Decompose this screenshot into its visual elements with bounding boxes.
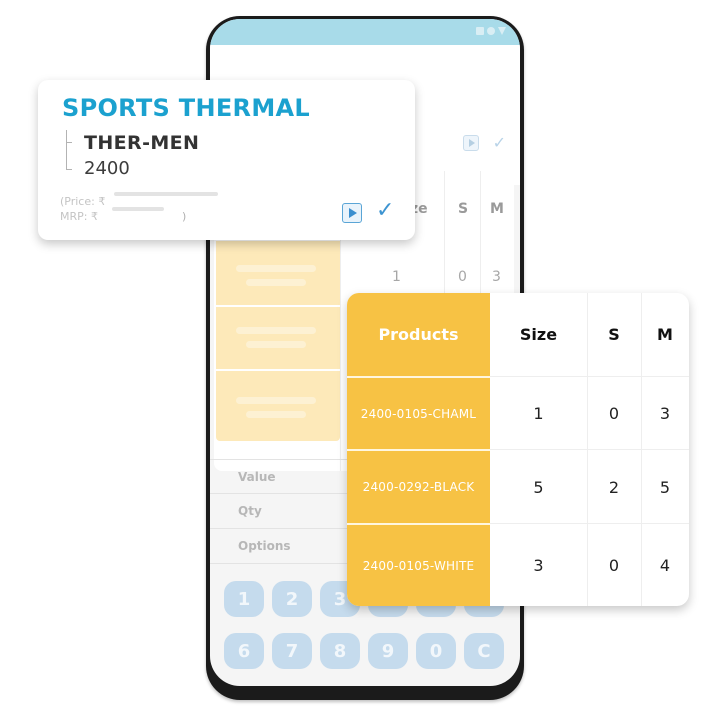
placeholder-row[interactable]: [216, 241, 340, 305]
key-2[interactable]: 2: [272, 581, 312, 617]
price-label: (Price: ₹: [60, 195, 106, 208]
table-cell-s[interactable]: 0: [587, 378, 641, 449]
key-6[interactable]: 6: [224, 633, 264, 669]
table-cell-m[interactable]: 5: [641, 451, 689, 523]
mrp-label: MRP: ₹: [60, 210, 98, 223]
table-cell-size[interactable]: 5: [490, 451, 587, 523]
header-size: Size: [519, 325, 558, 344]
table-cell-product[interactable]: 2400-0105-CHAML: [347, 378, 490, 449]
key-0[interactable]: 0: [416, 633, 456, 669]
mrp-placeholder-bar: [112, 207, 164, 211]
bg-cell: 1: [392, 269, 401, 285]
price-info: (Price: ₹ MRP: ₹: [60, 194, 105, 224]
bg-cell: 3: [492, 269, 501, 285]
square-icon: [476, 27, 484, 35]
table-cell-size[interactable]: 1: [490, 378, 587, 449]
table-cell-product[interactable]: 2400-0105-WHITE: [347, 525, 490, 606]
check-icon[interactable]: ✓: [376, 198, 394, 223]
key-7[interactable]: 7: [272, 633, 312, 669]
header-m: M: [657, 325, 673, 344]
price-placeholder-bar: [114, 192, 218, 196]
circle-icon: [487, 27, 495, 35]
signal-triangle-icon: [498, 27, 506, 35]
variant-table: Products Size S M 2400-0105-CHAML 1 0 3 …: [347, 293, 689, 606]
product-placeholder-list: [216, 241, 340, 459]
key-8[interactable]: 8: [320, 633, 360, 669]
status-bar: [210, 19, 520, 45]
product-title: SPORTS THERMAL: [62, 94, 310, 122]
table-cell-s[interactable]: 2: [587, 451, 641, 523]
table-cell-m[interactable]: 3: [641, 378, 689, 449]
table-cell-size[interactable]: 3: [490, 525, 587, 606]
bg-header-s: S: [458, 201, 469, 217]
phone-action-group: ✓: [462, 135, 506, 151]
placeholder-row[interactable]: [216, 307, 340, 369]
play-icon[interactable]: [462, 135, 479, 151]
bg-cell: 0: [458, 269, 467, 285]
tree-connector: [66, 130, 67, 170]
header-s: S: [608, 325, 620, 344]
product-card: SPORTS THERMAL THER-MEN 2400 (Price: ₹ M…: [38, 80, 415, 240]
header-products: Products: [378, 325, 459, 344]
key-clear[interactable]: C: [464, 633, 504, 669]
play-icon[interactable]: [342, 203, 362, 223]
product-category: THER-MEN: [84, 132, 200, 154]
key-9[interactable]: 9: [368, 633, 408, 669]
table-cell-s[interactable]: 0: [587, 525, 641, 606]
table-cell-m[interactable]: 4: [641, 525, 689, 606]
key-1[interactable]: 1: [224, 581, 264, 617]
check-icon[interactable]: ✓: [493, 135, 506, 151]
product-code: 2400: [84, 158, 130, 179]
bg-header-m: M: [490, 201, 504, 217]
placeholder-row[interactable]: [216, 371, 340, 441]
table-cell-product[interactable]: 2400-0292-BLACK: [347, 451, 490, 523]
